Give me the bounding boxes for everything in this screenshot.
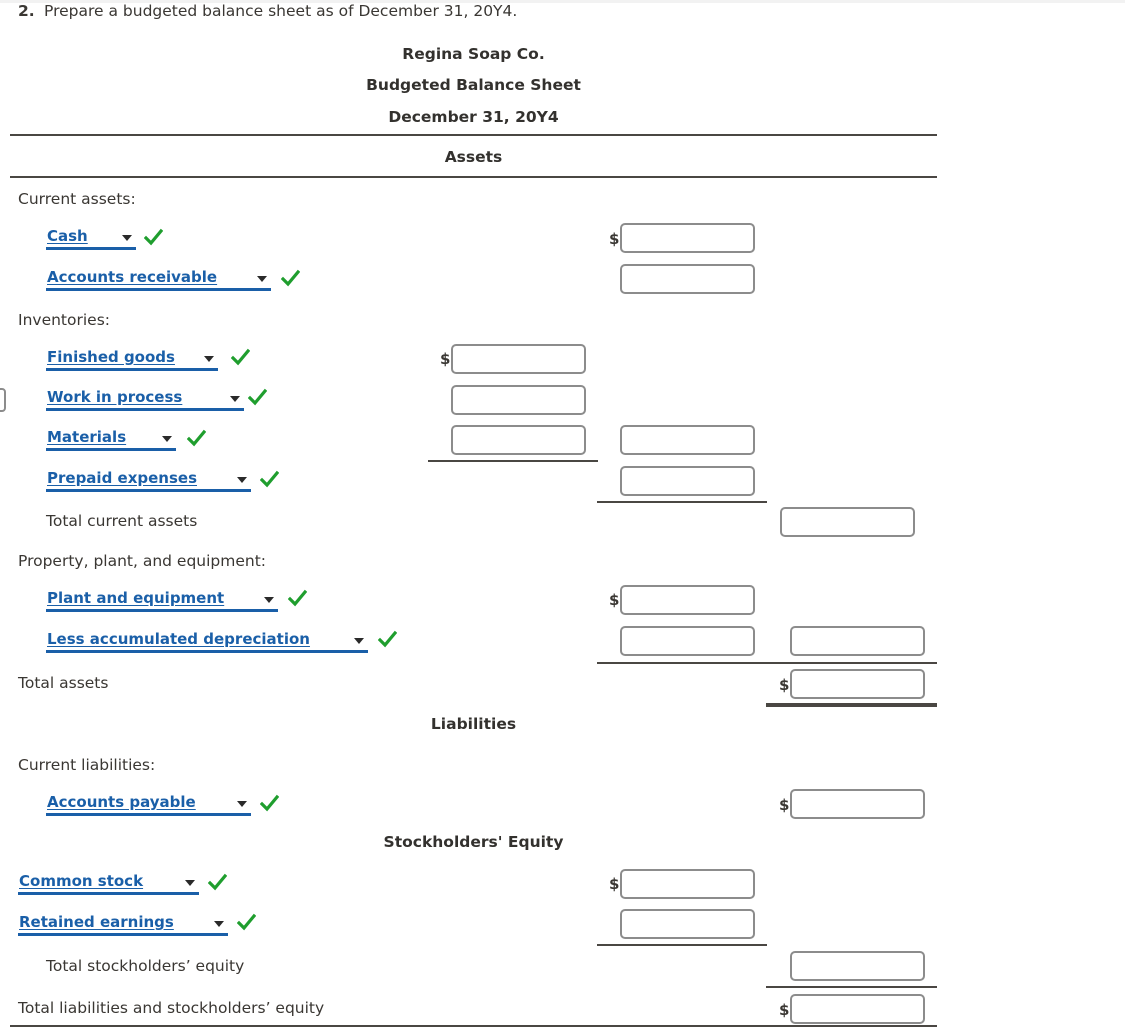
question-prompt: 2. Prepare a budgeted balance sheet as of… xyxy=(18,2,517,20)
dropdown-prepaid-expenses[interactable]: Prepaid expenses xyxy=(46,469,251,492)
chevron-down-icon xyxy=(230,396,240,402)
input-finished-goods-amount[interactable] xyxy=(451,344,586,374)
question-text: Prepare a budgeted balance sheet as of D… xyxy=(44,2,518,20)
check-icon xyxy=(248,388,267,407)
input-common-stock-amount[interactable] xyxy=(620,869,755,899)
chevron-down-icon xyxy=(214,921,224,927)
input-accounts-receivable-amount[interactable] xyxy=(620,264,755,294)
chevron-down-icon xyxy=(257,276,267,282)
dollar-sign-plant-equipment: $ xyxy=(609,591,620,609)
chevron-down-icon xyxy=(354,638,364,644)
dropdown-finished-goods[interactable]: Finished goods xyxy=(46,348,218,371)
input-materials-amount[interactable] xyxy=(451,425,586,455)
dropdown-accounts-payable[interactable]: Accounts payable xyxy=(46,793,251,816)
dropdown-finished-goods-label: Finished goods xyxy=(47,348,175,366)
input-retained-earnings-amount[interactable] xyxy=(620,909,755,939)
table-bottom-rule xyxy=(10,1025,937,1027)
dropdown-work-in-process-label: Work in process xyxy=(47,388,183,406)
dollar-sign-cash: $ xyxy=(609,230,620,248)
label-current-liabilities: Current liabilities: xyxy=(18,756,156,774)
input-total-current-assets-amount[interactable] xyxy=(780,507,915,537)
equity-section-caption: Stockholders' Equity xyxy=(383,833,564,851)
subtotal-rule-current-assets xyxy=(597,501,767,503)
dropdown-accounts-payable-label: Accounts payable xyxy=(47,793,196,811)
input-inventories-total-amount[interactable] xyxy=(620,425,755,455)
double-rule-total-assets xyxy=(766,703,937,707)
check-icon xyxy=(144,228,163,247)
dollar-sign-total-liabilities-equity: $ xyxy=(779,1001,790,1019)
chevron-down-icon xyxy=(185,880,195,886)
subtotal-rule-total-assets xyxy=(597,662,937,664)
table-top-rule xyxy=(10,134,937,136)
check-icon xyxy=(260,470,279,489)
label-property-plant-equipment: Property, plant, and equipment: xyxy=(18,552,267,570)
dollar-sign-common-stock: $ xyxy=(609,875,620,893)
input-net-ppe-amount[interactable] xyxy=(790,626,925,656)
chevron-down-icon xyxy=(264,597,274,603)
dropdown-cash-label: Cash xyxy=(47,227,88,245)
liabilities-section-caption: Liabilities xyxy=(430,715,517,733)
check-icon xyxy=(237,913,256,932)
check-icon xyxy=(231,348,250,367)
dropdown-less-accumulated-depreciation[interactable]: Less accumulated depreciation xyxy=(46,630,368,653)
label-inventories: Inventories: xyxy=(18,311,111,329)
dropdown-cash[interactable]: Cash xyxy=(46,227,136,250)
check-icon xyxy=(378,630,397,649)
chevron-down-icon xyxy=(237,801,247,807)
check-icon xyxy=(288,589,307,608)
dropdown-plant-and-equipment-label: Plant and equipment xyxy=(47,589,225,607)
subtotal-rule-stockholders-equity xyxy=(597,944,767,946)
input-total-stockholders-equity-amount[interactable] xyxy=(790,951,925,981)
chevron-down-icon xyxy=(122,235,132,241)
company-name: Regina Soap Co. xyxy=(402,45,545,63)
input-accounts-payable-amount[interactable] xyxy=(790,789,925,819)
dollar-sign-finished-goods: $ xyxy=(440,350,451,368)
dropdown-common-stock-label: Common stock xyxy=(19,872,144,890)
dropdown-less-accumulated-depreciation-label: Less accumulated depreciation xyxy=(47,630,310,648)
assets-section-caption: Assets xyxy=(444,148,503,166)
subtotal-rule-total-liabilities-equity xyxy=(766,986,937,988)
input-total-liabilities-equity-amount[interactable] xyxy=(790,994,925,1024)
check-icon xyxy=(281,269,300,288)
dropdown-accounts-receivable[interactable]: Accounts receivable xyxy=(46,268,271,291)
statement-date: December 31, 20Y4 xyxy=(388,108,559,126)
chevron-down-icon xyxy=(162,436,172,442)
input-plant-and-equipment-amount[interactable] xyxy=(620,585,755,615)
assets-header-rule xyxy=(10,176,937,178)
label-total-stockholders-equity: Total stockholders’ equity xyxy=(46,957,245,975)
chevron-down-icon xyxy=(237,477,247,483)
dollar-sign-accounts-payable: $ xyxy=(779,796,790,814)
statement-title: Budgeted Balance Sheet xyxy=(366,76,581,94)
dropdown-work-in-process[interactable]: Work in process xyxy=(46,388,244,411)
input-less-accumulated-depreciation-amount[interactable] xyxy=(620,626,755,656)
label-total-liabilities-equity: Total liabilities and stockholders’ equi… xyxy=(18,999,325,1017)
dropdown-common-stock[interactable]: Common stock xyxy=(18,872,199,895)
input-total-assets-amount[interactable] xyxy=(790,669,925,699)
label-total-assets: Total assets xyxy=(18,674,109,692)
label-current-assets: Current assets: xyxy=(18,190,136,208)
input-cash-amount[interactable] xyxy=(620,223,755,253)
dropdown-accounts-receivable-label: Accounts receivable xyxy=(47,268,218,286)
dropdown-retained-earnings[interactable]: Retained earnings xyxy=(18,913,228,936)
dropdown-plant-and-equipment[interactable]: Plant and equipment xyxy=(46,589,278,612)
label-total-current-assets: Total current assets xyxy=(46,512,198,530)
question-number: 2. xyxy=(18,2,35,20)
chevron-down-icon xyxy=(204,356,214,362)
check-icon xyxy=(260,794,279,813)
input-prepaid-expenses-amount[interactable] xyxy=(620,466,755,496)
dropdown-materials-label: Materials xyxy=(47,428,127,446)
dropdown-retained-earnings-label: Retained earnings xyxy=(19,913,174,931)
check-icon xyxy=(187,429,206,448)
dropdown-prepaid-expenses-label: Prepaid expenses xyxy=(47,469,197,487)
clipped-edge-element xyxy=(0,388,6,412)
subtotal-rule-inventories xyxy=(428,460,598,462)
check-icon xyxy=(208,873,227,892)
dollar-sign-total-assets: $ xyxy=(779,676,790,694)
dropdown-materials[interactable]: Materials xyxy=(46,428,176,451)
input-work-in-process-amount[interactable] xyxy=(451,385,586,415)
